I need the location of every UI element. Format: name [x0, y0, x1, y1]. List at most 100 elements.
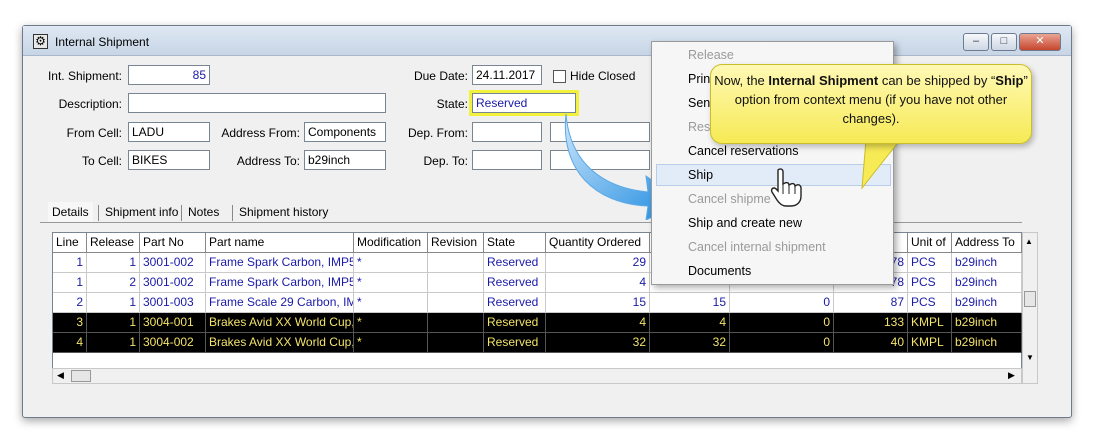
cell-line[interactable]: 3 [53, 313, 87, 333]
cell-line[interactable]: 4 [53, 333, 87, 353]
menu-item-documents[interactable]: Documents [688, 260, 751, 282]
cell-part-name[interactable]: Frame Spark Carbon, IMP5 [206, 253, 354, 273]
menu-item-ship-and-create-new[interactable]: Ship and create new [688, 212, 802, 234]
cell-revision[interactable] [428, 293, 484, 313]
scroll-down-icon[interactable]: ▼ [1026, 353, 1034, 362]
scroll-thumb[interactable] [1024, 291, 1036, 307]
minimize-button[interactable]: – [963, 33, 989, 51]
cell-address-to[interactable]: b29inch [952, 313, 1022, 333]
vertical-scrollbar[interactable]: ▲ ▼ [1022, 232, 1038, 384]
tab-shipment-info[interactable]: Shipment info [101, 202, 182, 222]
menu-item-cancel-internal-shipment[interactable]: Cancel internal shipment [688, 236, 826, 258]
cell-address-to[interactable]: b29inch [952, 273, 1022, 293]
cell-quantity-ordered[interactable]: 4 [546, 313, 650, 333]
cell-line[interactable]: 2 [53, 293, 87, 313]
cell-part-no[interactable]: 3001-002 [140, 273, 206, 293]
maximize-button[interactable]: □ [991, 33, 1017, 51]
column-header-quantity-ordered[interactable]: Quantity Ordered [546, 233, 650, 253]
cell-modification[interactable]: * [354, 333, 428, 353]
title-bar[interactable]: ⚙ Internal Shipment – □ ✕ [23, 26, 1071, 56]
column-header-state[interactable]: State [484, 233, 546, 253]
cell-address-to[interactable]: b29inch [952, 333, 1022, 353]
cell-stock[interactable]: 40 [834, 333, 908, 353]
cell-part-name[interactable]: Brakes Avid XX World Cup, [206, 313, 354, 333]
cell-unit[interactable]: PCS [908, 253, 952, 273]
cell-unit[interactable]: PCS [908, 273, 952, 293]
menu-item-send[interactable]: Sen [688, 92, 710, 114]
tab-notes[interactable]: Notes [184, 202, 223, 222]
cell-revision[interactable] [428, 253, 484, 273]
cell-release[interactable]: 1 [87, 253, 140, 273]
cell-release[interactable]: 1 [87, 313, 140, 333]
cell-state[interactable]: Reserved [484, 253, 546, 273]
cell-release[interactable]: 1 [87, 333, 140, 353]
horizontal-scrollbar[interactable]: ◀ ▶ [52, 368, 1022, 384]
menu-item-print[interactable]: Prin [688, 68, 710, 90]
cell-address-to[interactable]: b29inch [952, 293, 1022, 313]
cell-modification[interactable]: * [354, 253, 428, 273]
scroll-left-icon[interactable]: ◀ [57, 370, 64, 381]
int-shipment-input[interactable]: 85 [128, 65, 210, 85]
cell-part-name[interactable]: Brakes Avid XX World Cup, [206, 333, 354, 353]
from-cell-input[interactable]: LADU [128, 122, 210, 142]
cell-revision[interactable] [428, 313, 484, 333]
cell-state[interactable]: Reserved [484, 273, 546, 293]
cell-modification[interactable]: * [354, 293, 428, 313]
cell-line[interactable]: 1 [53, 273, 87, 293]
cell-quantity-ordered[interactable]: 32 [546, 333, 650, 353]
address-to-input[interactable]: b29inch [304, 150, 386, 170]
cell-quantity-shipped[interactable]: 0 [730, 333, 834, 353]
description-input[interactable] [128, 93, 386, 113]
cell-modification[interactable]: * [354, 313, 428, 333]
close-button[interactable]: ✕ [1019, 33, 1061, 51]
cell-stock[interactable]: 87 [834, 293, 908, 313]
cell-address-to[interactable]: b29inch [952, 253, 1022, 273]
menu-item-release[interactable]: Release [688, 44, 734, 66]
cell-part-no[interactable]: 3001-002 [140, 253, 206, 273]
due-date-input[interactable]: 24.11.2017 [472, 65, 542, 85]
menu-item-reserve[interactable]: Res [688, 116, 710, 138]
cell-part-no[interactable]: 3004-002 [140, 333, 206, 353]
cell-unit[interactable]: KMPL [908, 313, 952, 333]
cell-quantity-reserved[interactable]: 4 [650, 313, 730, 333]
cell-quantity-reserved[interactable]: 15 [650, 293, 730, 313]
column-header-part-name[interactable]: Part name [206, 233, 354, 253]
cell-quantity-ordered[interactable]: 15 [546, 293, 650, 313]
cell-quantity-reserved[interactable]: 32 [650, 333, 730, 353]
cell-stock[interactable]: 133 [834, 313, 908, 333]
dep-from-input[interactable] [472, 122, 542, 142]
tab-details[interactable]: Details [48, 202, 93, 222]
dep-to-input[interactable] [472, 150, 542, 170]
cell-modification[interactable]: * [354, 273, 428, 293]
cell-part-no[interactable]: 3001-003 [140, 293, 206, 313]
scroll-right-icon[interactable]: ▶ [1008, 370, 1015, 381]
hide-closed-checkbox[interactable] [553, 70, 566, 83]
cell-line[interactable]: 1 [53, 253, 87, 273]
cell-part-name[interactable]: Frame Spark Carbon, IMP5 [206, 273, 354, 293]
cell-part-no[interactable]: 3004-001 [140, 313, 206, 333]
address-from-input[interactable]: Components [304, 122, 386, 142]
cell-quantity-shipped[interactable]: 0 [730, 293, 834, 313]
scroll-h-thumb[interactable] [71, 370, 91, 382]
menu-item-cancel-shipment[interactable]: Cancel shipme [688, 188, 771, 210]
cell-quantity-ordered[interactable]: 29 [546, 253, 650, 273]
cell-release[interactable]: 2 [87, 273, 140, 293]
to-cell-input[interactable]: BIKES [128, 150, 210, 170]
column-header-revision[interactable]: Revision [428, 233, 484, 253]
column-header-unit[interactable]: Unit of [908, 233, 952, 253]
cell-part-name[interactable]: Frame Scale 29 Carbon, IMI [206, 293, 354, 313]
cell-unit[interactable]: PCS [908, 293, 952, 313]
column-header-modification[interactable]: Modification [354, 233, 428, 253]
cell-state[interactable]: Reserved [484, 313, 546, 333]
column-header-line[interactable]: Line [53, 233, 87, 253]
cell-quantity-ordered[interactable]: 4 [546, 273, 650, 293]
column-header-part-no[interactable]: Part No [140, 233, 206, 253]
cell-revision[interactable] [428, 333, 484, 353]
cell-release[interactable]: 1 [87, 293, 140, 313]
scroll-up-icon[interactable]: ▲ [1025, 237, 1033, 246]
cell-state[interactable]: Reserved [484, 333, 546, 353]
column-header-release[interactable]: Release [87, 233, 140, 253]
column-header-address-to[interactable]: Address To [952, 233, 1022, 253]
cell-unit[interactable]: KMPL [908, 333, 952, 353]
tab-shipment-history[interactable]: Shipment history [235, 202, 332, 222]
